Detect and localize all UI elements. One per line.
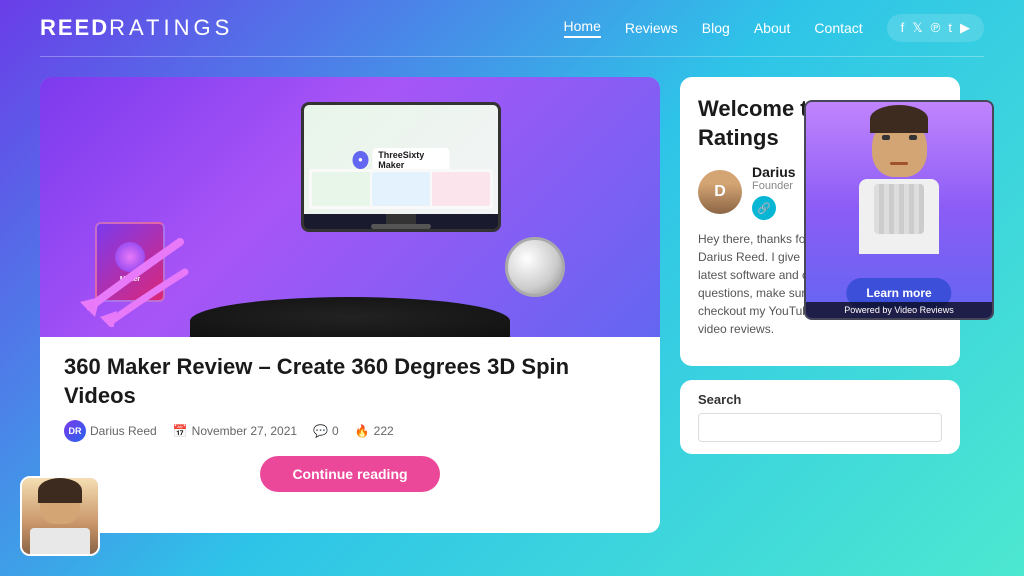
nav-reviews[interactable]: Reviews (625, 20, 678, 36)
sidebar-author-avatar: D (698, 170, 742, 214)
article-title: 360 Maker Review – Create 360 Degrees 3D… (64, 353, 636, 410)
brand-label: ThreeSixty Maker (372, 148, 449, 172)
sidebar-author-name: Darius (752, 164, 796, 180)
logo: ReedRatings (40, 15, 233, 41)
nav-blog[interactable]: Blog (702, 20, 730, 36)
avatar-body (30, 528, 90, 554)
monitor-stand (386, 214, 416, 224)
platform (190, 297, 510, 337)
brand-icon: ● (353, 151, 369, 169)
arrow-decoration-2 (95, 267, 195, 332)
author-badge: 🔗 (752, 196, 776, 220)
article-meta: DR Darius Reed 📅 November 27, 2021 💬 0 🔥… (64, 420, 636, 442)
video-popup-footer: Powered by Video Reviews (806, 302, 992, 318)
nav-contact[interactable]: Contact (814, 20, 862, 36)
monitor-screen: ● ThreeSixty Maker (304, 105, 498, 214)
author-avatar-small: DR (64, 420, 86, 442)
video-popup-inner: Learn more Powered by Video Reviews (806, 102, 992, 318)
facebook-icon[interactable]: f (901, 20, 905, 36)
sidebar-author-role: Founder (752, 180, 796, 192)
meta-views: 🔥 222 (355, 424, 394, 438)
nav-about[interactable]: About (754, 20, 791, 36)
search-card: Search (680, 380, 960, 454)
bottom-avatar-face (22, 478, 98, 554)
article-date: November 27, 2021 (192, 424, 297, 438)
continue-reading-button[interactable]: Continue reading (260, 456, 439, 492)
comment-count: 0 (332, 424, 339, 438)
tumblr-icon[interactable]: t (948, 20, 952, 36)
article-body: 360 Maker Review – Create 360 Degrees 3D… (40, 337, 660, 504)
comment-icon: 💬 (313, 424, 328, 438)
avatar-head (40, 486, 80, 524)
pinterest-icon[interactable]: ℗ (931, 20, 941, 36)
sidebar-author-info: Darius Founder 🔗 (752, 164, 796, 220)
article-card: ● ThreeSixty Maker (40, 77, 660, 533)
youtube-icon[interactable]: ▶ (960, 20, 970, 36)
header: ReedRatings Home Reviews Blog About Cont… (0, 0, 1024, 56)
monitor: ● ThreeSixty Maker (301, 102, 501, 232)
nav-home[interactable]: Home (564, 18, 601, 38)
twitter-icon[interactable]: 𝕏 (912, 20, 922, 36)
camera-sphere (505, 237, 565, 297)
search-label: Search (698, 392, 942, 407)
calendar-icon: 📅 (173, 424, 188, 438)
avatar-hair (38, 478, 82, 503)
meta-comments: 💬 0 (313, 424, 339, 438)
monitor-base (371, 224, 431, 229)
video-popup: Learn more Powered by Video Reviews (804, 100, 994, 320)
author-name: Darius Reed (90, 424, 157, 438)
monitor-brand: ● ThreeSixty Maker (353, 148, 450, 172)
meta-date: 📅 November 27, 2021 (173, 424, 297, 438)
views-icon: 🔥 (355, 424, 370, 438)
main-nav: Home Reviews Blog About Contact f 𝕏 ℗ t … (564, 14, 984, 42)
bottom-avatar (20, 476, 100, 556)
search-input[interactable] (698, 413, 942, 442)
view-count: 222 (374, 424, 394, 438)
article-image: ● ThreeSixty Maker (40, 77, 660, 337)
meta-author: DR Darius Reed (64, 420, 157, 442)
social-icons: f 𝕏 ℗ t ▶ (887, 14, 984, 42)
